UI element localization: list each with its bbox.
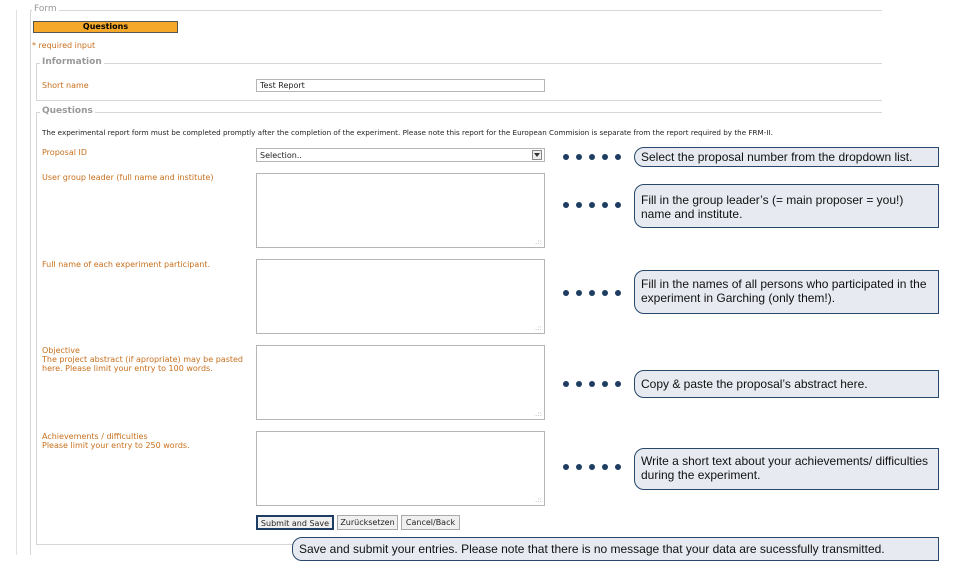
proposal-id-select-value: Selection.. bbox=[260, 151, 302, 160]
achievements-textarea[interactable]: .:: bbox=[256, 431, 545, 506]
dot-icon bbox=[602, 381, 608, 387]
questions-intro: The experimental report form must be com… bbox=[42, 128, 773, 137]
dot-icon bbox=[563, 154, 569, 160]
dot-icon bbox=[576, 290, 582, 296]
dot-icon bbox=[576, 154, 582, 160]
achievements-label-block: Achievements / difficulties Please limit… bbox=[42, 432, 252, 450]
resize-grip-icon[interactable]: .:: bbox=[535, 239, 542, 246]
dot-icon bbox=[615, 381, 621, 387]
dot-icon bbox=[615, 154, 621, 160]
participants-label: Full name of each experiment participant… bbox=[42, 260, 211, 269]
short-name-value: Test Report bbox=[260, 81, 305, 90]
objective-label-block: Objective The project abstract (if aprop… bbox=[42, 346, 252, 373]
tab-questions[interactable]: Questions bbox=[33, 21, 178, 33]
resize-grip-icon[interactable]: .:: bbox=[535, 325, 542, 332]
group-leader-textarea[interactable]: .:: bbox=[256, 173, 545, 248]
dot-icon bbox=[563, 464, 569, 470]
tab-questions-label: Questions bbox=[82, 22, 129, 31]
dot-icon bbox=[589, 290, 595, 296]
callout-participants: Fill in the names of all persons who par… bbox=[634, 270, 939, 314]
proposal-id-label: Proposal ID bbox=[42, 148, 88, 157]
callout-proposal: Select the proposal number from the drop… bbox=[634, 147, 939, 167]
short-name-label: Short name bbox=[42, 81, 89, 90]
chevron-down-icon[interactable] bbox=[532, 150, 542, 160]
information-legend: Information bbox=[40, 57, 104, 67]
dot-icon bbox=[589, 202, 595, 208]
dot-icon bbox=[615, 202, 621, 208]
dot-icon bbox=[589, 381, 595, 387]
group-leader-label: User group leader (full name and institu… bbox=[42, 173, 214, 182]
achievements-hint: Please limit your entry to 250 words. bbox=[42, 441, 190, 450]
resize-grip-icon[interactable]: .:: bbox=[535, 411, 542, 418]
resize-grip-icon[interactable]: .:: bbox=[535, 497, 542, 504]
objective-textarea[interactable]: .:: bbox=[256, 345, 545, 420]
participants-textarea[interactable]: .:: bbox=[256, 259, 545, 334]
dot-icon bbox=[615, 290, 621, 296]
dot-icon bbox=[576, 202, 582, 208]
dot-icon bbox=[602, 202, 608, 208]
dot-icon bbox=[602, 464, 608, 470]
dot-icon bbox=[576, 381, 582, 387]
form-legend: Form bbox=[32, 4, 59, 14]
callout-submit: Save and submit your entries. Please not… bbox=[292, 537, 939, 561]
short-name-field[interactable]: Test Report bbox=[256, 79, 545, 92]
reset-button[interactable]: Zurücksetzen bbox=[337, 515, 398, 530]
callout-objective: Copy & paste the proposal’s abstract her… bbox=[634, 370, 939, 398]
dot-icon bbox=[563, 381, 569, 387]
callout-achievements: Write a short text about your achievemen… bbox=[634, 448, 939, 490]
cancel-back-button[interactable]: Cancel/Back bbox=[401, 515, 460, 530]
dot-icon bbox=[602, 154, 608, 160]
objective-label: Objective bbox=[42, 346, 80, 355]
achievements-label: Achievements / difficulties bbox=[42, 432, 148, 441]
proposal-id-select[interactable]: Selection.. bbox=[256, 148, 545, 162]
submit-and-save-button[interactable]: Submit and Save bbox=[256, 515, 334, 530]
callout-group-leader: Fill in the group leader’s (= main propo… bbox=[634, 184, 939, 228]
required-note: * required input bbox=[32, 41, 95, 50]
questions-legend: Questions bbox=[40, 106, 95, 116]
required-text: required input bbox=[36, 41, 96, 50]
dot-icon bbox=[589, 464, 595, 470]
dot-icon bbox=[563, 290, 569, 296]
dot-icon bbox=[563, 202, 569, 208]
dot-icon bbox=[576, 464, 582, 470]
dot-icon bbox=[602, 290, 608, 296]
dot-icon bbox=[615, 464, 621, 470]
dot-icon bbox=[589, 154, 595, 160]
objective-hint: The project abstract (if apropriate) may… bbox=[42, 355, 243, 373]
